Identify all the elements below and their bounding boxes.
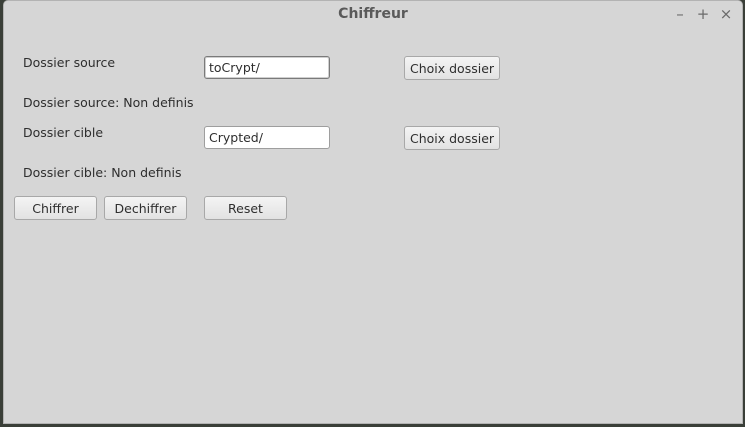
- maximize-icon[interactable]: +: [694, 4, 712, 24]
- source-choose-folder-button[interactable]: Choix dossier: [404, 56, 500, 80]
- target-folder-status: Dossier cible: Non definis: [23, 165, 182, 180]
- source-folder-label: Dossier source: [23, 55, 116, 70]
- source-folder-status: Dossier source: Non definis: [23, 95, 194, 110]
- app-window: Chiffreur – + × Dossier source Choix dos…: [3, 0, 743, 424]
- encrypt-button[interactable]: Chiffrer: [14, 196, 97, 220]
- target-folder-input[interactable]: [204, 126, 330, 149]
- decrypt-button[interactable]: Dechiffrer: [104, 196, 187, 220]
- title-bar[interactable]: Chiffreur – + ×: [4, 1, 742, 28]
- close-icon[interactable]: ×: [717, 4, 735, 24]
- target-choose-folder-button[interactable]: Choix dossier: [404, 126, 500, 150]
- source-folder-input[interactable]: [204, 56, 330, 79]
- reset-button[interactable]: Reset: [204, 196, 287, 220]
- target-folder-label: Dossier cible: [23, 125, 104, 140]
- minimize-icon[interactable]: –: [671, 4, 689, 24]
- window-title: Chiffreur: [338, 6, 408, 22]
